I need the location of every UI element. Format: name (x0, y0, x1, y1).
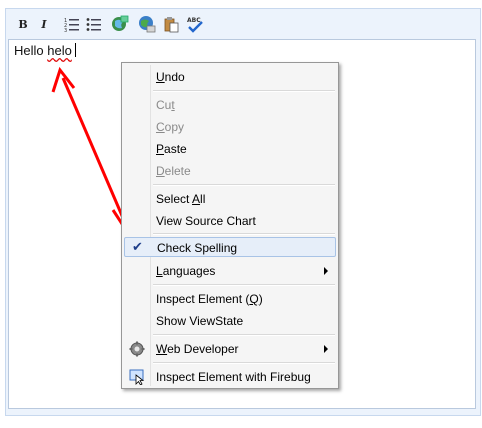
menu-separator (153, 184, 335, 186)
menu-item-label: View Source Chart (156, 214, 256, 228)
menu-item-undo[interactable]: Undo (124, 67, 336, 87)
menu-item-label: Inspect Element (Q) (156, 292, 263, 306)
menu-separator (153, 334, 335, 336)
menu-item-delete[interactable]: Delete (124, 161, 336, 181)
menu-item-label: Paste (156, 142, 187, 156)
menu-item-label: Delete (156, 164, 191, 178)
menu-item-view-source-chart[interactable]: View Source Chart (124, 211, 336, 231)
firebug-inspect-icon (129, 369, 145, 385)
menu-item-label: Web Developer (156, 342, 239, 356)
menu-item-label: Show ViewState (156, 314, 244, 328)
submenu-arrow-icon (324, 267, 328, 275)
menu-item-label: Languages (156, 264, 216, 278)
menu-item-cut[interactable]: Cut (124, 95, 336, 115)
menu-item-copy[interactable]: Copy (124, 117, 336, 137)
submenu-arrow-icon (324, 345, 328, 353)
menu-item-label: Select All (156, 192, 206, 206)
menu-separator (153, 233, 335, 235)
gear-icon (129, 341, 145, 357)
menu-separator (153, 362, 335, 364)
context-menu: Undo Cut Copy Paste Delete Select All Vi… (121, 62, 339, 389)
menu-item-label: Inspect Element with Firebug (156, 370, 311, 384)
menu-item-inspect-with-firebug[interactable]: Inspect Element with Firebug (124, 367, 336, 387)
checkmark-icon: ✔ (132, 239, 143, 254)
menu-item-label: Check Spelling (157, 241, 238, 255)
menu-item-inspect-element[interactable]: Inspect Element (Q) (124, 289, 336, 309)
menu-item-label: Copy (156, 120, 185, 134)
menu-item-show-viewstate[interactable]: Show ViewState (124, 311, 336, 331)
menu-item-label: Cut (156, 98, 175, 112)
menu-item-select-all[interactable]: Select All (124, 189, 336, 209)
menu-item-web-developer[interactable]: Web Developer (124, 339, 336, 359)
menu-item-languages[interactable]: Languages (124, 261, 336, 281)
menu-item-paste[interactable]: Paste (124, 139, 336, 159)
menu-item-label: Undo (156, 70, 185, 84)
menu-separator (153, 284, 335, 286)
menu-item-check-spelling[interactable]: ✔ Check Spelling (124, 237, 336, 257)
menu-separator (153, 90, 335, 92)
